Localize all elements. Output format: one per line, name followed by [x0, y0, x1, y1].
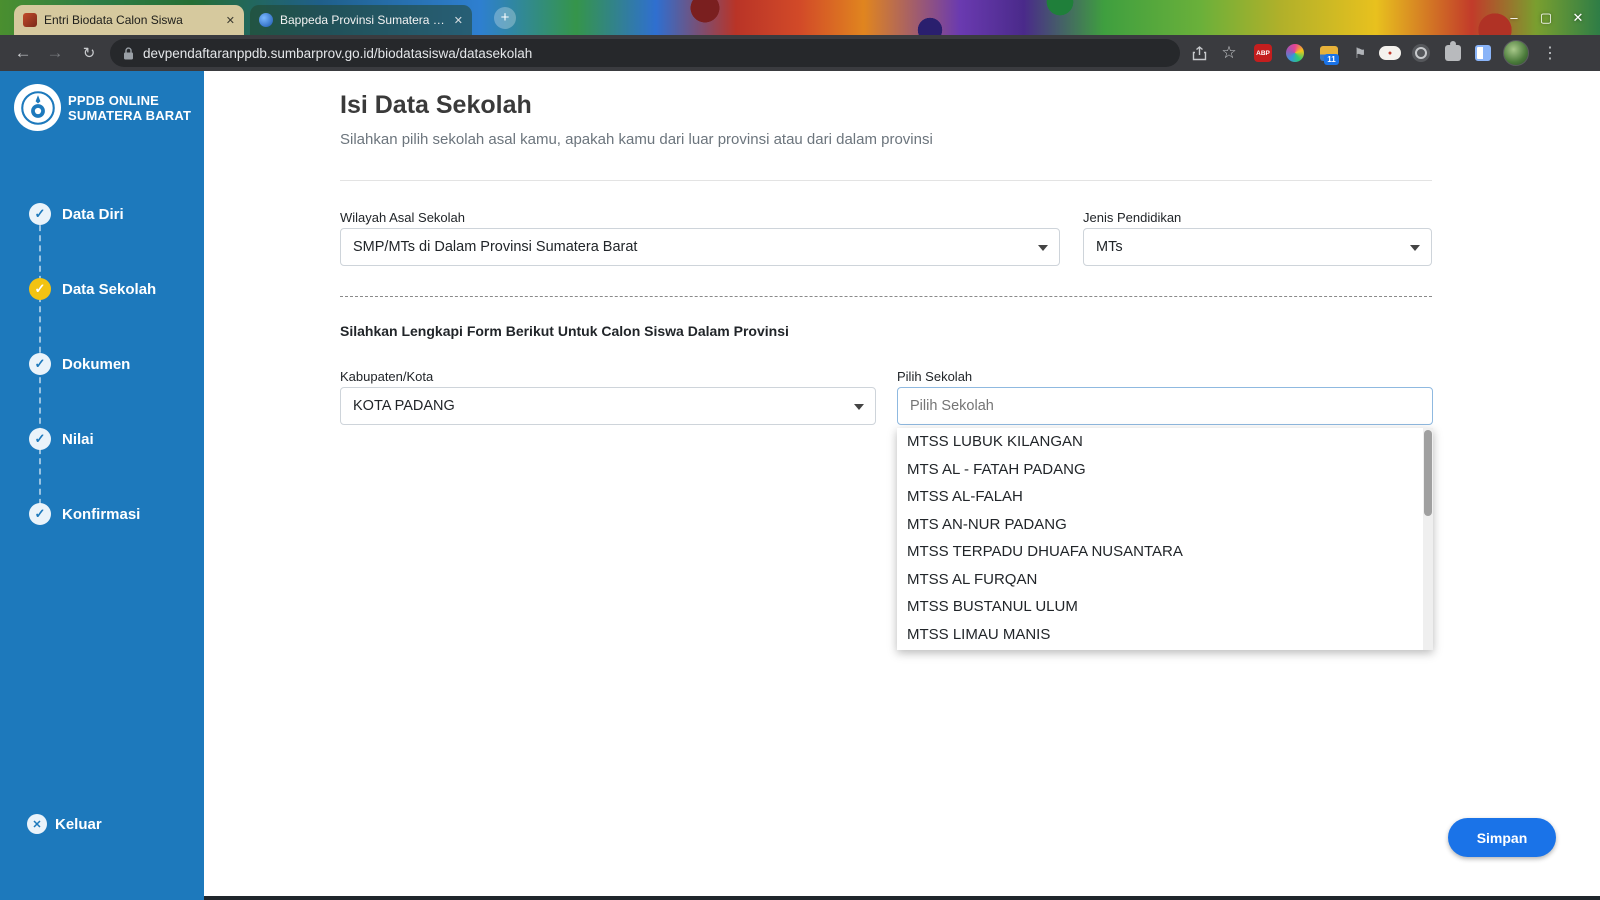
jenis-selected-value: MTs	[1096, 239, 1123, 255]
pilih-sekolah-input[interactable]	[897, 387, 1433, 425]
tab-title: Bappeda Provinsi Sumatera Barat	[280, 13, 448, 27]
section-note: Silahkan Lengkapi Form Berikut Untuk Cal…	[340, 323, 789, 339]
split-screen-icon[interactable]	[1470, 35, 1496, 71]
bottom-edge	[204, 896, 1600, 900]
school-dropdown-list: MTSS LUBUK KILANGAN MTS AL - FATAH PADAN…	[897, 428, 1433, 650]
school-option[interactable]: MTSS BUSTANUL ULUM	[897, 593, 1433, 621]
adblock-extension-icon[interactable]: ABP	[1250, 35, 1276, 71]
step-label: Data Sekolah	[62, 280, 157, 298]
tab-close-icon[interactable]: ✕	[454, 14, 463, 27]
browser-tab-bar: Entri Biodata Calon Siswa ✕ Bappeda Prov…	[0, 0, 1600, 35]
check-circle-icon: ✓	[29, 503, 51, 525]
logout-x-icon: ✕	[27, 814, 47, 834]
tab-close-icon[interactable]: ✕	[226, 14, 235, 27]
reload-icon[interactable]: ↻	[76, 35, 102, 71]
kabupaten-selected-value: KOTA PADANG	[353, 398, 455, 414]
maximize-button[interactable]: ▢	[1530, 10, 1562, 26]
back-icon[interactable]: ←	[10, 35, 36, 71]
step-label: Konfirmasi	[62, 505, 141, 523]
close-button[interactable]: ✕	[1562, 10, 1594, 26]
check-circle-icon: ✓	[29, 278, 51, 300]
tab-favicon	[23, 13, 37, 27]
check-circle-icon: ✓	[29, 353, 51, 375]
sidebar-item-data-sekolah[interactable]: ✓ Data Sekolah	[0, 278, 204, 300]
url-text: devpendaftaranppdb.sumbarprov.go.id/biod…	[143, 45, 533, 61]
wilayah-selected-value: SMP/MTs di Dalam Provinsi Sumatera Barat	[353, 239, 638, 255]
browser-window: Entri Biodata Calon Siswa ✕ Bappeda Prov…	[0, 0, 1600, 900]
divider	[340, 180, 1432, 181]
forward-icon[interactable]: →	[42, 35, 68, 71]
check-circle-icon: ✓	[29, 203, 51, 225]
sidebar: PPDB ONLINE SUMATERA BARAT ✓ Data Diri ✓…	[0, 71, 204, 900]
bookmark-star-icon[interactable]: ☆	[1216, 35, 1242, 71]
wilayah-asal-sekolah-label: Wilayah Asal Sekolah	[340, 210, 466, 225]
dropdown-scrollbar[interactable]	[1423, 428, 1433, 650]
logout-button[interactable]: ✕ Keluar	[27, 814, 102, 834]
app-title-line1: PPDB ONLINE	[68, 93, 160, 108]
school-option[interactable]: MTS AL - FATAH PADANG	[897, 456, 1433, 484]
page-title: Isi Data Sekolah	[340, 91, 532, 119]
school-option[interactable]: MTSS LUBUK KILANGAN	[897, 428, 1433, 456]
window-controls: – ▢ ✕	[1498, 0, 1594, 35]
main-content: Isi Data Sekolah Silahkan pilih sekolah …	[204, 71, 1600, 900]
extensions-puzzle-icon[interactable]	[1440, 35, 1466, 71]
dashed-divider	[340, 296, 1432, 297]
kabupaten-kota-select[interactable]: KOTA PADANG	[340, 387, 876, 425]
sidebar-item-dokumen[interactable]: ✓ Dokumen	[0, 353, 204, 375]
tab-title: Entri Biodata Calon Siswa	[44, 13, 183, 27]
flag-extension-icon[interactable]: ⚑	[1348, 35, 1372, 71]
shop-extension-icon[interactable]: 11	[1314, 35, 1344, 71]
step-label: Nilai	[62, 430, 94, 448]
profile-avatar[interactable]	[1500, 35, 1532, 71]
school-option[interactable]: MTSS AL FURQAN	[897, 566, 1433, 594]
sidebar-item-konfirmasi[interactable]: ✓ Konfirmasi	[0, 503, 204, 525]
sidebar-item-data-diri[interactable]: ✓ Data Diri	[0, 203, 204, 225]
browser-menu-icon[interactable]: ⋮	[1538, 35, 1562, 71]
app-title-line2: SUMATERA BARAT	[68, 108, 192, 123]
step-nav: ✓ Data Diri ✓ Data Sekolah ✓ Dokumen ✓ N…	[0, 203, 204, 578]
new-tab-button[interactable]: +	[494, 7, 516, 29]
pilih-sekolah-label: Pilih Sekolah	[897, 369, 973, 384]
pill-extension-icon[interactable]: ●	[1376, 35, 1404, 71]
camera-extension-icon[interactable]	[1408, 35, 1434, 71]
app-title: PPDB ONLINE SUMATERA BARAT	[68, 93, 191, 123]
jenis-pendidikan-select[interactable]: MTs	[1083, 228, 1432, 266]
padlock-icon	[124, 46, 133, 59]
tab-favicon	[259, 13, 273, 27]
color-wheel-extension-icon[interactable]	[1282, 35, 1308, 71]
extension-badge: 11	[1324, 54, 1339, 65]
school-option[interactable]: MTSS AL-FALAH	[897, 483, 1433, 511]
share-icon[interactable]	[1186, 35, 1212, 71]
tab-entri-biodata[interactable]: Entri Biodata Calon Siswa ✕	[14, 5, 244, 35]
tab-bappeda[interactable]: Bappeda Provinsi Sumatera Barat ✕	[250, 5, 472, 35]
page-subtitle: Silahkan pilih sekolah asal kamu, apakah…	[340, 131, 933, 148]
school-option[interactable]: MTSS LIMAU MANIS	[897, 621, 1433, 649]
scrollbar-thumb[interactable]	[1424, 430, 1432, 516]
school-option[interactable]: MTS AN-NUR PADANG	[897, 511, 1433, 539]
jenis-pendidikan-label: Jenis Pendidikan	[1083, 210, 1182, 225]
sidebar-item-nilai[interactable]: ✓ Nilai	[0, 428, 204, 450]
wilayah-asal-sekolah-select[interactable]: SMP/MTs di Dalam Provinsi Sumatera Barat	[340, 228, 1060, 266]
address-bar[interactable]: devpendaftaranppdb.sumbarprov.go.id/biod…	[110, 39, 1180, 67]
step-label: Dokumen	[62, 355, 131, 373]
logout-label: Keluar	[55, 815, 102, 833]
check-circle-icon: ✓	[29, 428, 51, 450]
step-label: Data Diri	[62, 205, 124, 223]
minimize-button[interactable]: –	[1498, 10, 1530, 25]
save-button[interactable]: Simpan	[1448, 818, 1556, 857]
browser-toolbar: ← → ↻ devpendaftaranppdb.sumbarprov.go.i…	[0, 35, 1600, 71]
school-option[interactable]: MTSS TERPADU DHUAFA NUSANTARA	[897, 538, 1433, 566]
kabupaten-kota-label: Kabupaten/Kota	[340, 369, 434, 384]
ppdb-logo	[14, 84, 61, 131]
